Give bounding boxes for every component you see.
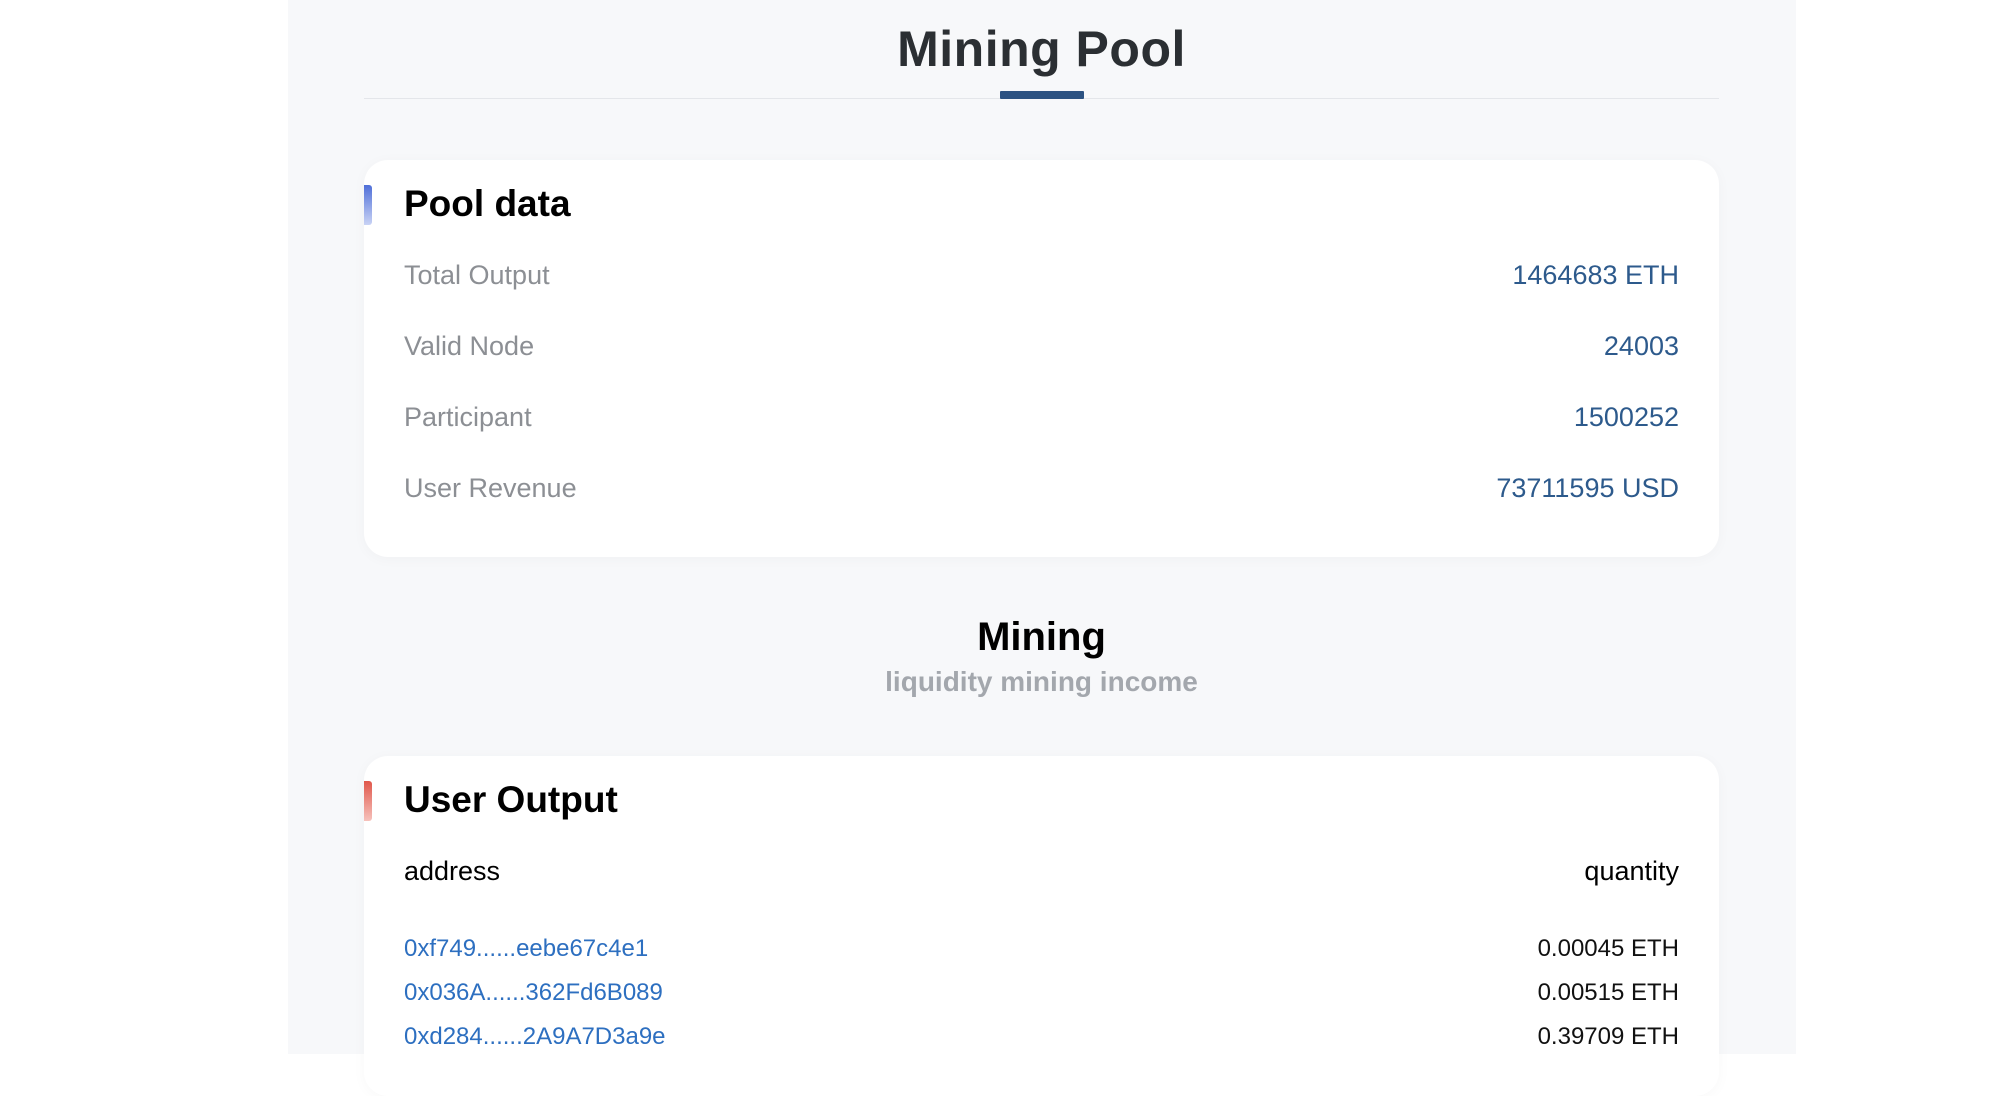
main-content: Mining Pool Pool data Total Output 14646…	[364, 0, 1719, 1096]
title-underline	[999, 91, 1084, 99]
stat-value: 1464683 ETH	[1512, 260, 1679, 290]
column-header-address: address	[404, 856, 501, 886]
page-title: Mining Pool	[897, 21, 1186, 77]
user-output-card: User Output address quantity 0xf749.....…	[364, 756, 1719, 1096]
user-output-accent-bar	[364, 781, 372, 821]
stat-value: 1500252	[1573, 402, 1679, 432]
address-link[interactable]: 0xd284......2A9A7D3a9e	[404, 1023, 666, 1051]
page-header: Mining Pool	[364, 0, 1719, 99]
stat-label: User Revenue	[404, 473, 577, 503]
stat-label: Valid Node	[404, 331, 535, 361]
mining-section-heading: Mining liquidity mining income	[364, 613, 1719, 699]
stat-row-user-revenue: User Revenue 73711595 USD	[404, 473, 1679, 513]
stat-label: Total Output	[404, 260, 550, 290]
column-header-quantity: quantity	[1584, 856, 1679, 886]
mining-title: Mining	[977, 615, 1106, 659]
table-row: 0x036A......362Fd6B089 0.00515 ETH	[404, 979, 1679, 1015]
table-row: 0xf749......eebe67c4e1 0.00045 ETH	[404, 935, 1679, 971]
stat-value: 73711595 USD	[1496, 473, 1679, 503]
quantity-value: 0.39709 ETH	[1537, 1023, 1679, 1050]
stat-label: Participant	[404, 402, 532, 432]
quantity-value: 0.00515 ETH	[1537, 979, 1679, 1006]
pool-data-accent-bar	[364, 185, 372, 225]
stat-row-total-output: Total Output 1464683 ETH	[404, 260, 1679, 300]
stat-value: 24003	[1603, 331, 1679, 361]
mining-subtitle: liquidity mining income	[885, 666, 1198, 697]
pool-data-title: Pool data	[404, 183, 571, 224]
stat-row-valid-node: Valid Node 24003	[404, 331, 1679, 371]
user-output-title: User Output	[404, 779, 618, 820]
address-link[interactable]: 0x036A......362Fd6B089	[404, 979, 663, 1007]
page-background: Mining Pool Pool data Total Output 14646…	[288, 0, 1796, 1096]
address-link[interactable]: 0xf749......eebe67c4e1	[404, 935, 648, 963]
stat-row-participant: Participant 1500252	[404, 402, 1679, 442]
pool-data-card: Pool data Total Output 1464683 ETH Valid…	[364, 160, 1719, 557]
quantity-value: 0.00045 ETH	[1537, 935, 1679, 962]
